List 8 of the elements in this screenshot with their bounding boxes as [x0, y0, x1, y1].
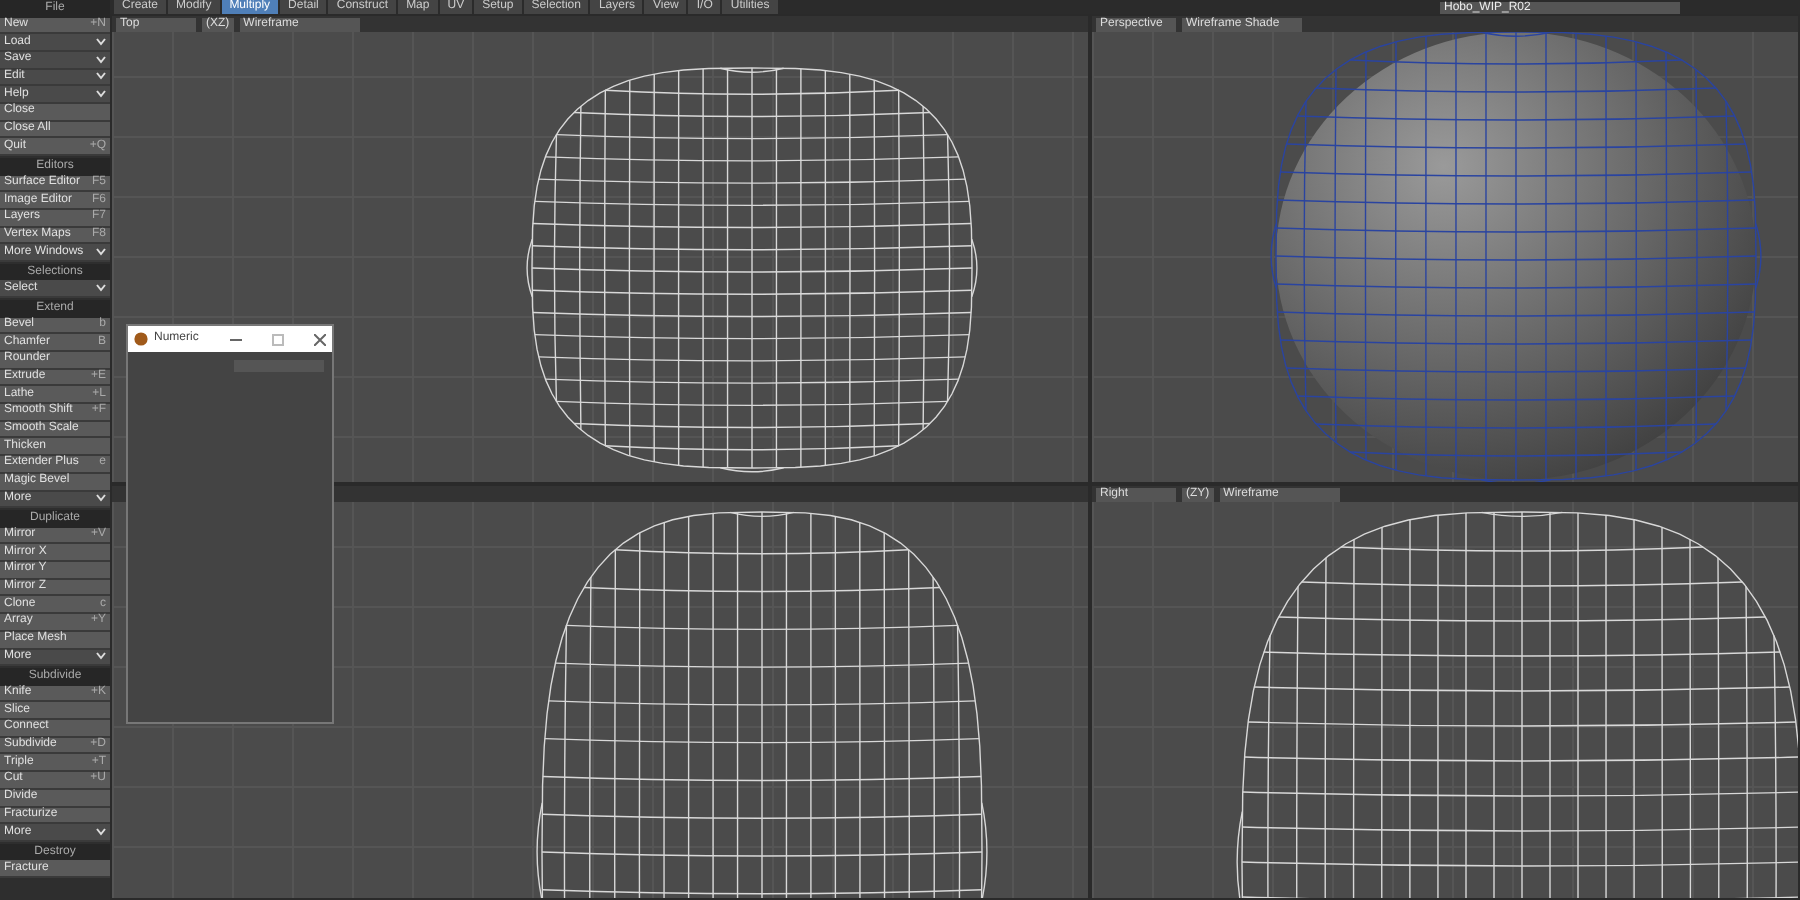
close-icon[interactable]: [314, 333, 326, 345]
chevron-down-icon: [96, 828, 106, 837]
chevron-down-icon: [96, 248, 106, 257]
chevron-down-icon: [96, 652, 106, 661]
app-logo-icon: [134, 332, 148, 346]
chevron-down-icon: [96, 284, 106, 293]
chevron-down-icon: [96, 494, 106, 503]
minimize-icon[interactable]: [230, 333, 242, 345]
